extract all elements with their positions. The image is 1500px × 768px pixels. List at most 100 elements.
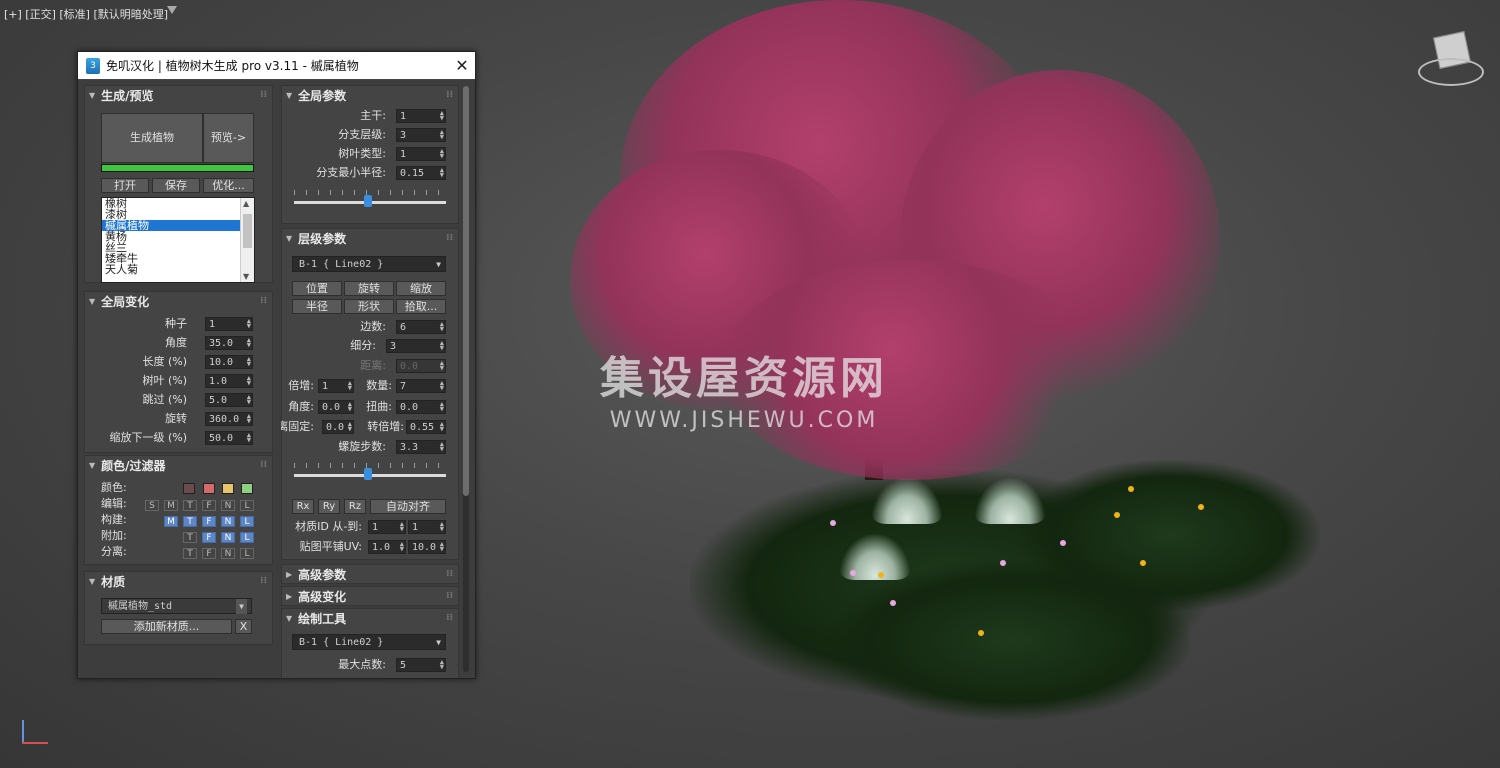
spinner-arrows-icon[interactable]: ▲ ▼ [440, 521, 444, 533]
level-branch-dropdown[interactable]: B-1 { Line02 } ▼ [292, 256, 446, 272]
global-params-spinner[interactable]: 0.15 ▲ ▼ [396, 166, 446, 180]
global-params-slider[interactable] [294, 190, 446, 210]
spinner-arrows-icon[interactable]: ▲ ▼ [400, 521, 404, 533]
global-variation-header[interactable]: ▼ 全局变化 ⁝⁝ [85, 292, 272, 310]
filter-chip[interactable]: T [183, 548, 197, 559]
list-scroll-thumb[interactable] [243, 214, 252, 248]
global-params-spinner[interactable]: 1 ▲ ▼ [396, 109, 446, 123]
filter-chip[interactable]: N [221, 516, 235, 527]
spinner-arrows-icon[interactable]: ▲ ▼ [440, 167, 444, 179]
color-swatch[interactable] [183, 483, 195, 494]
global-variation-spinner[interactable]: 360.0 ▲ ▼ [205, 412, 253, 426]
global-variation-spinner[interactable]: 35.0 ▲ ▼ [205, 336, 253, 350]
spinner-arrows-icon[interactable]: ▲ ▼ [440, 401, 444, 413]
spinner-arrows-icon[interactable]: ▲ ▼ [247, 413, 251, 425]
max-points-spinner[interactable]: 5 ▲ ▼ [396, 658, 446, 672]
pick-button[interactable]: 拾取... [396, 299, 446, 314]
dialog-scrollbar[interactable] [463, 86, 469, 672]
uv-u-spinner[interactable]: 1.0 ▲ ▼ [368, 540, 406, 554]
add-material-button[interactable]: 添加新材质... [101, 619, 232, 634]
filter-chip[interactable]: F [202, 500, 216, 511]
spinner-arrows-icon[interactable]: ▲ ▼ [440, 441, 444, 453]
sides-spinner[interactable]: 6 ▲ ▼ [396, 320, 446, 334]
slider-thumb[interactable] [364, 195, 372, 207]
uv-v-spinner[interactable]: 10.0 ▲ ▼ [408, 540, 446, 554]
filter-chip[interactable]: S [145, 500, 159, 511]
filter-chip[interactable]: F [202, 516, 216, 527]
viewcube-ring[interactable] [1418, 58, 1484, 86]
filter-chip[interactable]: F [202, 548, 216, 559]
global-variation-spinner[interactable]: 5.0 ▲ ▼ [205, 393, 253, 407]
filter-chip[interactable]: F [202, 532, 216, 543]
filter-chip[interactable]: T [183, 516, 197, 527]
dialog-titlebar[interactable]: 3 免叽汉化 | 植物树木生成 pro v3.11 - 槭属植物 ✕ [78, 52, 475, 79]
filter-chip[interactable]: M [164, 500, 178, 511]
global-params-spinner[interactable]: 1 ▲ ▼ [396, 147, 446, 161]
count-spinner[interactable]: 7 ▲ ▼ [396, 379, 446, 393]
spinner-arrows-icon[interactable]: ▲ ▼ [440, 380, 444, 392]
material-id-to-spinner[interactable]: 1 ▲ ▼ [408, 520, 446, 534]
viewport-label[interactable]: [+] [正交] [标准] [默认明暗处理] [4, 6, 168, 22]
generate-plant-button[interactable]: 生成植物 [101, 113, 203, 163]
spinner-arrows-icon[interactable]: ▲ ▼ [247, 375, 251, 387]
filter-chip[interactable]: M [164, 516, 178, 527]
material-dropdown[interactable]: 槭属植物_std ▼ [101, 598, 252, 614]
color-swatch[interactable] [241, 483, 253, 494]
draw-tools-header[interactable]: ▼ 绘制工具 ⁝⁝ [282, 609, 458, 627]
advanced-params-header[interactable]: ▶ 高级参数 ⁝⁝ [282, 565, 458, 583]
color-filter-header[interactable]: ▼ 颜色/过滤器 ⁝⁝ [85, 456, 272, 474]
viewcube[interactable] [1414, 28, 1484, 90]
filter-chip[interactable]: N [221, 500, 235, 511]
open-button[interactable]: 打开 [101, 178, 149, 193]
spinner-arrows-icon[interactable]: ▲ ▼ [440, 321, 444, 333]
spinner-arrows-icon[interactable]: ▲ ▼ [348, 380, 352, 392]
scroll-up-icon[interactable]: ▲ [243, 199, 249, 208]
remove-material-button[interactable]: X [235, 619, 252, 634]
rx-button[interactable]: Rx [292, 499, 314, 514]
spinner-arrows-icon[interactable]: ▲ ▼ [440, 421, 444, 433]
global-params-header[interactable]: ▼ 全局参数 ⁝⁝ [282, 86, 458, 104]
global-params-spinner[interactable]: 3 ▲ ▼ [396, 128, 446, 142]
filter-icon[interactable] [167, 6, 177, 14]
spinner-arrows-icon[interactable]: ▲ ▼ [440, 129, 444, 141]
list-scrollbar[interactable]: ▲ ▼ [240, 198, 254, 282]
multiply-spinner[interactable]: 1 ▲ ▼ [318, 379, 354, 393]
rotate-mult-spinner[interactable]: 0.55 ▲ ▼ [406, 420, 446, 434]
global-variation-spinner[interactable]: 1 ▲ ▼ [205, 317, 253, 331]
subdiv-spinner[interactable]: 3 ▲ ▼ [386, 339, 446, 353]
level-params-header[interactable]: ▼ 层级参数 ⁝⁝ [282, 229, 458, 247]
spinner-arrows-icon[interactable]: ▲ ▼ [247, 337, 251, 349]
spinner-arrows-icon[interactable]: ▲ ▼ [348, 421, 352, 433]
scale-button[interactable]: 缩放 [396, 281, 446, 296]
material-header[interactable]: ▼ 材质 ⁝⁝ [85, 572, 272, 590]
position-button[interactable]: 位置 [292, 281, 342, 296]
rotate-button[interactable]: 旋转 [344, 281, 394, 296]
generate-panel-header[interactable]: ▼ 生成/预览 ⁝⁝ [85, 86, 272, 104]
color-swatch[interactable] [222, 483, 234, 494]
filter-chip[interactable]: T [183, 532, 197, 543]
global-variation-spinner[interactable]: 50.0 ▲ ▼ [205, 431, 253, 445]
material-id-from-spinner[interactable]: 1 ▲ ▼ [368, 520, 406, 534]
filter-chip[interactable]: L [240, 500, 254, 511]
spinner-arrows-icon[interactable]: ▲ ▼ [400, 541, 404, 553]
global-variation-spinner[interactable]: 1.0 ▲ ▼ [205, 374, 253, 388]
filter-chip[interactable]: L [240, 516, 254, 527]
optimize-button[interactable]: 优化... [203, 178, 254, 193]
save-button[interactable]: 保存 [152, 178, 200, 193]
twist-spinner[interactable]: 0.0 ▲ ▼ [396, 400, 446, 414]
shape-button[interactable]: 形状 [344, 299, 394, 314]
slider-thumb[interactable] [364, 468, 372, 480]
list-item[interactable]: 天人菊 [102, 264, 254, 275]
ry-button[interactable]: Ry [318, 499, 340, 514]
spinner-arrows-icon[interactable]: ▲ ▼ [247, 394, 251, 406]
global-variation-spinner[interactable]: 10.0 ▲ ▼ [205, 355, 253, 369]
angle-spinner[interactable]: 0.0 ▲ ▼ [318, 400, 354, 414]
preview-button[interactable]: 预览-> [203, 113, 254, 163]
preset-list[interactable]: 橡树 漆树 槭属植物 黄杨 丝兰 矮牵牛 天人菊 ▲ ▼ [101, 197, 255, 283]
auto-align-button[interactable]: 自动对齐 [370, 499, 446, 514]
spinner-arrows-icon[interactable]: ▲ ▼ [247, 356, 251, 368]
filter-chip[interactable]: L [240, 548, 254, 559]
filter-chip[interactable]: N [221, 548, 235, 559]
radius-button[interactable]: 半径 [292, 299, 342, 314]
spinner-arrows-icon[interactable]: ▲ ▼ [440, 541, 444, 553]
